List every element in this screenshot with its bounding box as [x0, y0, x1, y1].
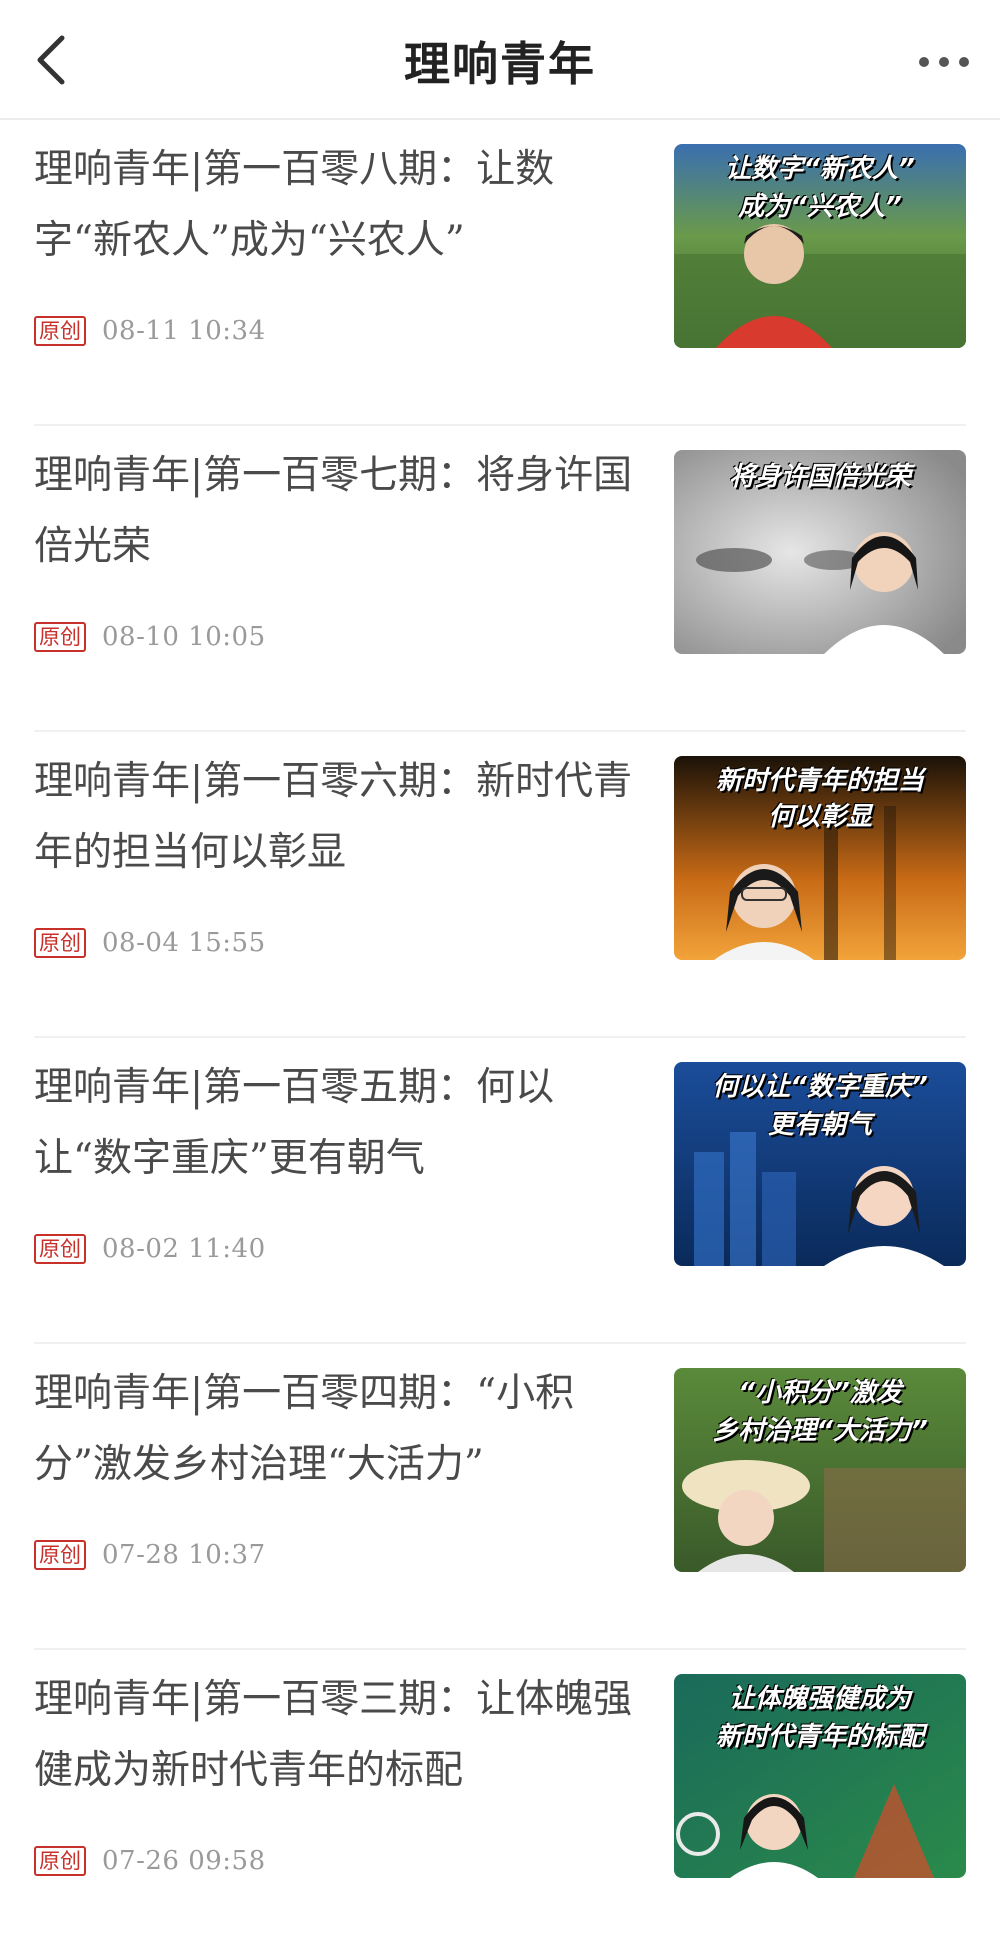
article-meta: 原创 07-26 09:58 [34, 1844, 266, 1878]
thumbnail-caption-line2: 成为“兴农人” [738, 192, 902, 222]
article-thumbnail[interactable]: 让体魄强健成为 新时代青年的标配 [674, 1674, 966, 1878]
article-time: 07-28 10:37 [102, 1540, 266, 1570]
thumbnail-caption-line1: 新时代青年的担当 [715, 766, 924, 796]
article-thumbnail[interactable]: 将身许国倍光荣 [674, 450, 966, 654]
article-title[interactable]: 理响青年|第一百零三期：让体魄强健成为新时代青年的标配 [34, 1664, 634, 1806]
original-badge: 原创 [34, 1846, 86, 1876]
thumbnail-caption-line1: 让体魄强健成为 [728, 1684, 911, 1714]
thumbnail-caption-line1: 将身许国倍光荣 [728, 462, 911, 492]
article-item[interactable]: 理响青年|第一百零三期：让体魄强健成为新时代青年的标配 原创 07-26 09:… [0, 1650, 1000, 1952]
more-dots-icon[interactable] [916, 40, 972, 80]
article-title[interactable]: 理响青年|第一百零四期：“小积分”激发乡村治理“大活力” [34, 1358, 634, 1500]
article-item[interactable]: 理响青年|第一百零八期：让数字“新农人”成为“兴农人” 原创 08-11 10:… [0, 120, 1000, 426]
original-badge: 原创 [34, 1540, 86, 1570]
thumbnail-caption-line2: 更有朝气 [767, 1110, 872, 1140]
thumbnail-caption-line2: 新时代青年的标配 [715, 1722, 924, 1752]
article-time: 07-26 09:58 [102, 1846, 266, 1876]
article-meta: 原创 08-02 11:40 [34, 1232, 266, 1266]
article-title[interactable]: 理响青年|第一百零六期：新时代青年的担当何以彰显 [34, 746, 634, 888]
article-time: 08-04 15:55 [102, 928, 266, 958]
original-badge: 原创 [34, 1234, 86, 1264]
thumbnail-caption-line1: “小积分”激发 [738, 1378, 902, 1408]
original-badge: 原创 [34, 622, 86, 652]
thumbnail-caption-line1: 让数字“新农人” [725, 154, 915, 184]
article-meta: 原创 08-10 10:05 [34, 620, 266, 654]
original-badge: 原创 [34, 928, 86, 958]
article-item[interactable]: 理响青年|第一百零七期：将身许国倍光荣 原创 08-10 10:05 将身许国倍… [0, 426, 1000, 732]
top-nav-bar: 理响青年 [0, 0, 1000, 120]
thumbnail-caption-line2: 何以彰显 [767, 802, 872, 832]
article-thumbnail[interactable]: “小积分”激发 乡村治理“大活力” [674, 1368, 966, 1572]
article-time: 08-10 10:05 [102, 622, 266, 652]
article-title[interactable]: 理响青年|第一百零五期：何以让“数字重庆”更有朝气 [34, 1052, 634, 1194]
article-meta: 原创 08-11 10:34 [34, 314, 266, 348]
article-list: 理响青年|第一百零八期：让数字“新农人”成为“兴农人” 原创 08-11 10:… [0, 120, 1000, 1952]
article-title[interactable]: 理响青年|第一百零七期：将身许国倍光荣 [34, 440, 634, 582]
article-time: 08-02 11:40 [102, 1234, 266, 1264]
page-title: 理响青年 [404, 37, 596, 91]
original-badge: 原创 [34, 316, 86, 346]
article-thumbnail[interactable]: 让数字“新农人” 成为“兴农人” [674, 144, 966, 348]
article-thumbnail[interactable]: 何以让“数字重庆” 更有朝气 [674, 1062, 966, 1266]
article-item[interactable]: 理响青年|第一百零五期：何以让“数字重庆”更有朝气 原创 08-02 11:40 [0, 1038, 1000, 1344]
thumbnail-caption-line1: 何以让“数字重庆” [712, 1072, 928, 1102]
article-item[interactable]: 理响青年|第一百零六期：新时代青年的担当何以彰显 原创 08-04 15:55 [0, 732, 1000, 1038]
article-thumbnail[interactable]: 新时代青年的担当 何以彰显 [674, 756, 966, 960]
thumbnail-caption-line2: 乡村治理“大活力” [712, 1416, 928, 1446]
article-time: 08-11 10:34 [102, 316, 266, 346]
article-title[interactable]: 理响青年|第一百零八期：让数字“新农人”成为“兴农人” [34, 134, 634, 276]
article-meta: 原创 07-28 10:37 [34, 1538, 266, 1572]
article-item[interactable]: 理响青年|第一百零四期：“小积分”激发乡村治理“大活力” 原创 07-28 10… [0, 1344, 1000, 1650]
article-meta: 原创 08-04 15:55 [34, 926, 266, 960]
